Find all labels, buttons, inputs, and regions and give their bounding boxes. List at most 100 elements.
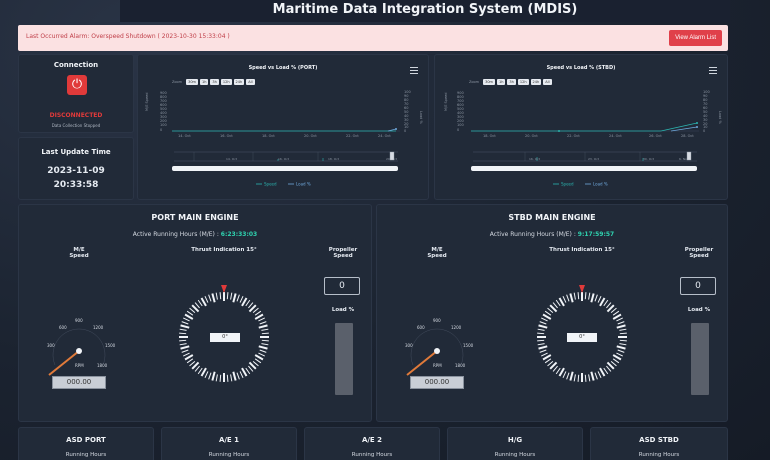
nav-scrollbar[interactable]: [172, 166, 398, 171]
last-update-panel: Last Update Time 2023-11-09 20:33:58: [18, 137, 134, 200]
stbd-speed-point: [696, 122, 698, 124]
legend-load[interactable]: Load %: [593, 182, 608, 187]
dial-tick: [189, 361, 196, 367]
ae2-title: A/E 2: [361, 436, 383, 444]
port-right-axis-label: Load %: [419, 111, 423, 125]
dial-tick: [200, 297, 207, 307]
dial-tick: [211, 371, 216, 381]
dial-tick: [232, 371, 237, 381]
dial-tick: [612, 310, 620, 316]
dial-tick: [183, 317, 190, 322]
port-x-ticks: 14. Oct 16. Oct 18. Oct 20. Oct 22. Oct …: [178, 134, 391, 138]
dial-tick: [254, 310, 262, 316]
dial-tick: [616, 345, 626, 350]
legend-speed[interactable]: Speed: [264, 182, 277, 187]
dial-tick: [232, 293, 237, 303]
dial-tick: [590, 293, 595, 303]
dial-tick: [541, 352, 548, 357]
tick-label: 20. Oct: [304, 134, 317, 138]
dial-tick: [619, 339, 627, 342]
dial-tick: [208, 294, 212, 302]
dial-tick: [241, 367, 248, 377]
page-title: Maritime Data Integration System (MDIS): [272, 2, 578, 17]
asd-stbd-title: ASD STBD: [639, 436, 679, 444]
dial-tick: [606, 365, 612, 372]
view-alarm-list-button[interactable]: View Alarm List: [669, 30, 722, 46]
port-legend[interactable]: Speed Load %: [256, 182, 311, 187]
port-right-ticks: 100 90 80 70 60 50 40 30 20 10 0: [404, 90, 411, 133]
port-navigator[interactable]: 14. Oct 16. Oct 18. Oct 20. Oct: [172, 151, 398, 171]
nav-handle[interactable]: [686, 151, 692, 161]
dial-tick: [254, 313, 264, 320]
stbd-chart-panel: Speed vs Load % (STBD) Zoom 30m 1h 3h 12…: [434, 54, 728, 200]
nav-tick-label: 23. Oct: [588, 157, 600, 161]
dial-tick: [552, 365, 558, 372]
dial-tick: [619, 343, 627, 346]
dial-tick: [542, 354, 552, 361]
dial-tick: [558, 367, 565, 377]
rpm-tick-label: 900: [75, 318, 83, 323]
dial-tick: [538, 345, 548, 350]
dial-tick: [258, 324, 268, 329]
rpm-tick-label: 1800: [97, 363, 108, 368]
dial-tick: [597, 371, 602, 378]
nav-scrollbar[interactable]: [471, 166, 697, 171]
legend-speed[interactable]: Speed: [561, 182, 574, 187]
dial-tick: [183, 352, 190, 357]
dial-tick: [619, 332, 627, 335]
nav-tick-label: 16. Oct: [278, 157, 290, 161]
connection-panel: Connection ⏻ DISCONNECTED Data Collectio…: [18, 54, 134, 133]
last-update-time: 20:33:58: [53, 180, 99, 190]
dial-tick: [179, 339, 187, 342]
tick-label: 28. Oct: [681, 134, 694, 138]
dial-tick: [599, 297, 606, 307]
title-bar: Maritime Data Integration System (MDIS): [120, 0, 730, 22]
dial-tick: [245, 299, 251, 307]
tick-label: 18. Oct: [262, 134, 275, 138]
dial-tick: [215, 374, 218, 382]
dial-tick: [230, 374, 233, 382]
tick-label: 24. Oct: [378, 134, 391, 138]
stbd-engine-panel: STBD MAIN ENGINE Active Running Hours (M…: [376, 204, 728, 422]
dial-tick: [537, 339, 545, 342]
rpm-hub: [76, 348, 82, 354]
dial-tick: [597, 296, 602, 303]
tick-label: 20. Oct: [525, 134, 538, 138]
dial-tick: [252, 361, 259, 367]
power-icon[interactable]: ⏻: [67, 75, 87, 95]
port-chart-panel: Speed vs Load % (PORT) Zoom 30m 1h 3h 12…: [137, 54, 429, 200]
tick-label: 0: [457, 128, 459, 132]
tick-label: 22. Oct: [346, 134, 359, 138]
dial-tick: [219, 374, 222, 382]
dial-tick: [261, 343, 269, 346]
dial-tick: [544, 358, 552, 364]
dial-tick: [219, 292, 222, 300]
last-update-date: 2023-11-09: [47, 166, 105, 176]
nav-handle[interactable]: [389, 151, 395, 161]
alarm-text: Last Occurred Alarm: Overspeed Shutdown …: [26, 33, 230, 40]
dial-tick: [537, 328, 545, 331]
legend-load[interactable]: Load %: [296, 182, 311, 187]
tick-label: 18. Oct: [483, 134, 496, 138]
stbd-navigator[interactable]: 16. Oct 23. Oct 30. Oct 6. Nov: [471, 151, 697, 171]
dial-tick: [573, 374, 576, 382]
dial-tick: [562, 371, 567, 378]
port-chart-svg: M/E Speed Load % 900 800 700 600 500 400…: [145, 90, 423, 187]
dial-tick: [230, 292, 233, 300]
stbd-legend[interactable]: Speed Load %: [553, 182, 608, 187]
port-engine-panel: PORT MAIN ENGINE Active Running Hours (M…: [18, 204, 372, 422]
dial-tick: [239, 371, 244, 378]
dial-tick: [616, 352, 623, 357]
dial-tick: [261, 328, 269, 331]
dial-tick: [208, 372, 212, 380]
thrust-value: 0°: [210, 333, 240, 342]
dial-tick: [541, 317, 548, 322]
dial-tick: [261, 332, 269, 335]
dial-tick: [594, 294, 598, 302]
asd-port-title: ASD PORT: [66, 436, 106, 444]
dial-tick: [555, 299, 561, 307]
dial-tick: [606, 302, 612, 309]
dial-tick: [584, 374, 587, 382]
dial-tick: [566, 294, 570, 302]
nav-tick-label: 16. Oct: [529, 157, 541, 161]
